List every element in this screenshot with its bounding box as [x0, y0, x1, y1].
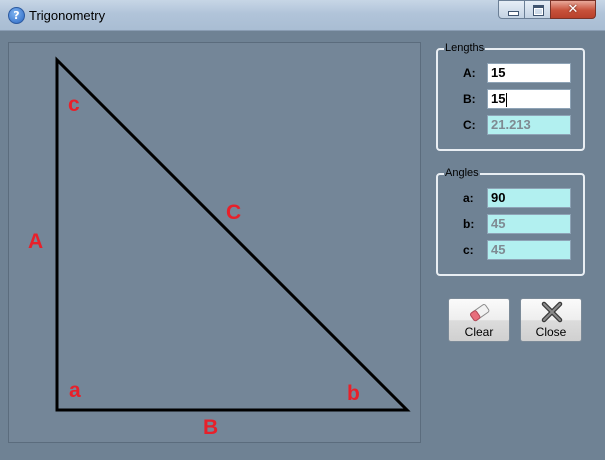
length-b-input[interactable]: 15 — [487, 89, 571, 109]
window-close-button[interactable]: ✕ — [550, 0, 596, 19]
minimize-icon — [508, 11, 519, 16]
minimize-button[interactable] — [498, 0, 525, 19]
length-a-label: A: — [463, 66, 476, 80]
text-caret — [506, 92, 508, 107]
maximize-button[interactable] — [524, 0, 551, 19]
eraser-icon — [470, 304, 490, 322]
side-label-a: A — [28, 230, 43, 253]
clear-button[interactable]: Clear — [448, 298, 510, 342]
length-b-label: B: — [463, 92, 476, 106]
angles-legend: Angles — [444, 166, 480, 180]
maximize-icon — [533, 5, 544, 16]
close-button[interactable]: Close — [520, 298, 582, 342]
triangle-canvas: A B C c a b — [8, 42, 421, 443]
angle-a-label: a: — [463, 191, 474, 205]
side-label-c: C — [226, 201, 241, 224]
length-b-value: 15 — [491, 91, 506, 106]
close-button-label: Close — [535, 325, 567, 339]
angle-b-output: 45 — [487, 214, 571, 234]
angle-label-c: c — [68, 93, 80, 116]
clear-button-label: Clear — [464, 325, 494, 339]
close-x-icon — [541, 301, 563, 323]
angle-c-label: c: — [463, 243, 474, 257]
help-icon: ? — [8, 7, 25, 24]
lengths-legend: Lengths — [444, 41, 486, 55]
angle-label-a: a — [69, 379, 81, 402]
length-c-output: 21.213 — [487, 115, 571, 135]
lengths-group: Lengths A: 15 B: 15 C: 21.213 — [436, 41, 585, 151]
angle-a-output: 90 — [487, 188, 571, 208]
title-bar[interactable]: ? Trigonometry ✕ — [0, 0, 605, 31]
angles-group: Angles a: 90 b: 45 c: 45 — [436, 166, 585, 276]
side-label-b: B — [203, 416, 218, 439]
length-a-input[interactable]: 15 — [487, 63, 571, 83]
window-title: Trigonometry — [29, 8, 106, 23]
angle-b-label: b: — [463, 217, 475, 231]
triangle-shape — [55, 56, 411, 412]
close-icon: ✕ — [567, 2, 579, 17]
angle-c-output: 45 — [487, 240, 571, 260]
triangle-diagram: A B C c a b — [28, 56, 411, 439]
length-c-label: C: — [463, 118, 476, 132]
angle-label-b: b — [347, 382, 360, 405]
